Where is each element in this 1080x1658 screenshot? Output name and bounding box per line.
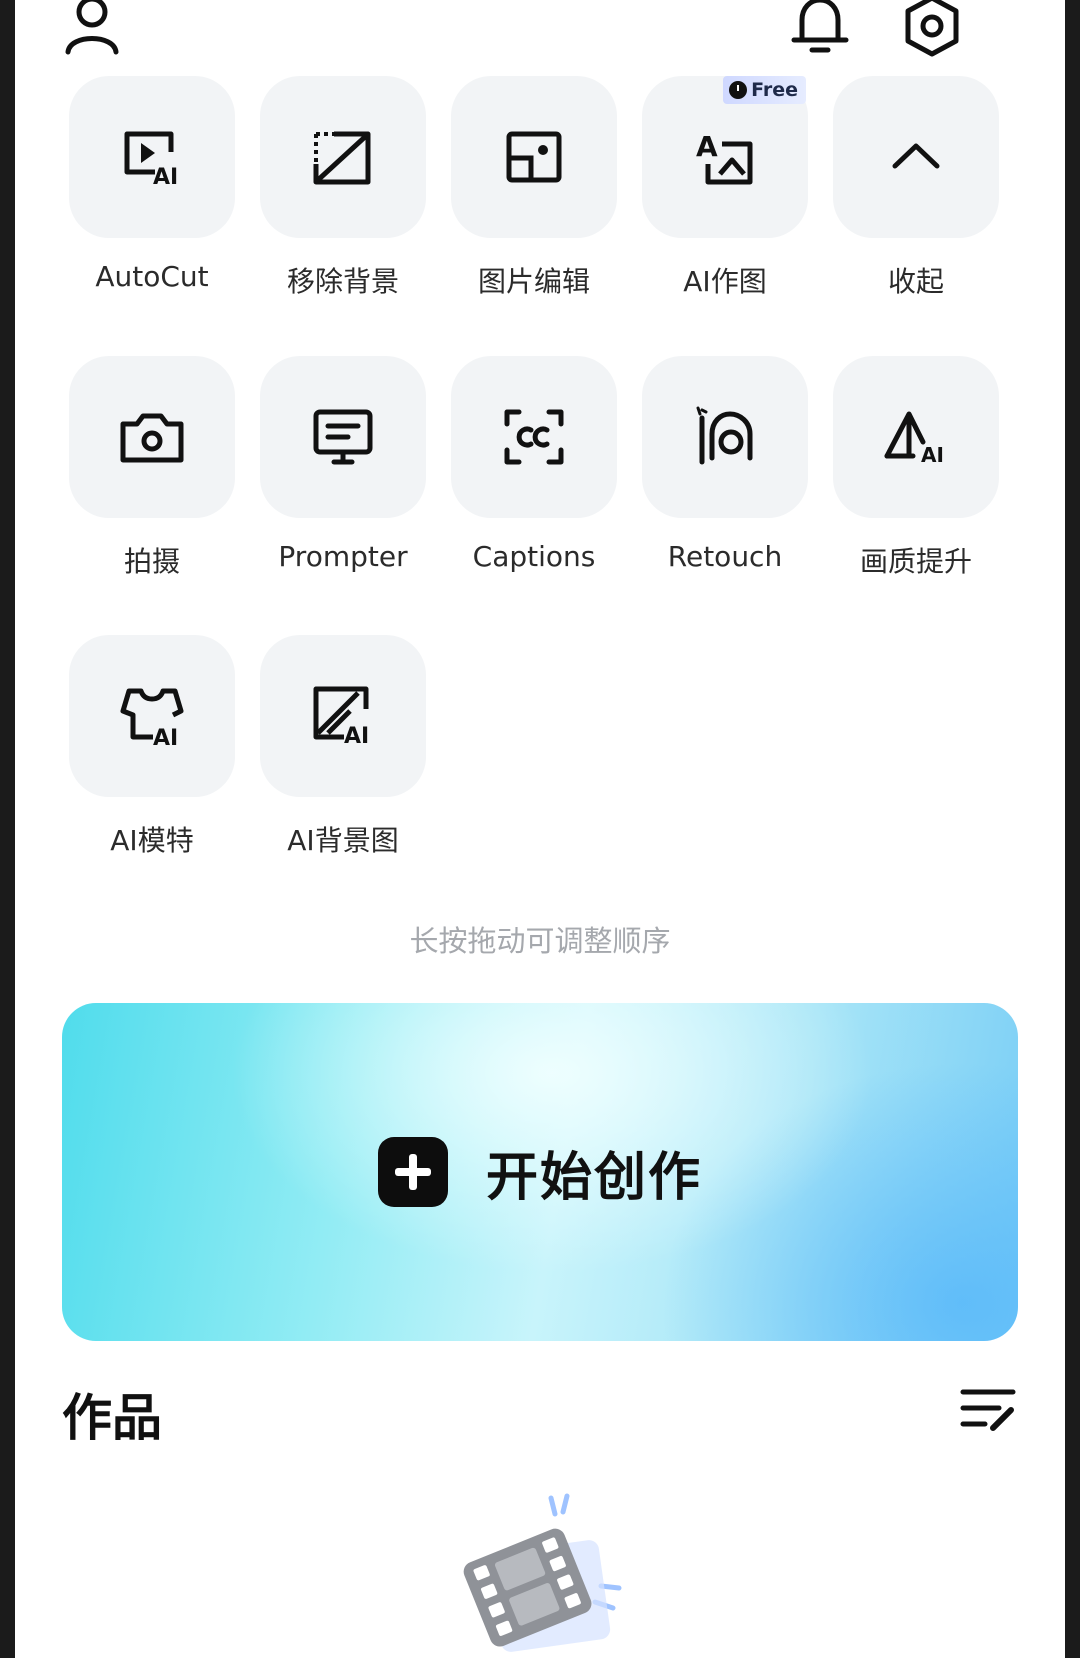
tool-tile[interactable] <box>451 356 617 518</box>
chevron-up-icon <box>892 143 940 169</box>
tool-tile[interactable]: AI <box>69 635 235 797</box>
tool-tile[interactable] <box>69 356 235 518</box>
start-create-button[interactable]: 开始创作 <box>62 1003 1018 1341</box>
tool-label: AutoCut <box>95 260 209 293</box>
tool-collapse[interactable]: 收起 <box>831 76 1001 300</box>
tool-retouch[interactable]: Retouch <box>640 356 810 573</box>
tool-captions[interactable]: Captions <box>449 356 619 573</box>
tool-label: Prompter <box>278 540 408 573</box>
list-edit-icon[interactable] <box>959 1384 1017 1434</box>
tool-tile[interactable] <box>260 356 426 518</box>
tool-ai-model[interactable]: AI AI模特 <box>67 635 237 859</box>
tool-autocut[interactable]: AI AutoCut <box>67 76 237 293</box>
svg-text:AI: AI <box>344 724 369 749</box>
camera-icon <box>120 413 184 463</box>
retouch-icon <box>696 406 753 465</box>
free-badge-text: Free <box>751 79 798 101</box>
tool-tile[interactable] <box>260 76 426 238</box>
tool-quality-boost[interactable]: AI 画质提升 <box>831 356 1001 580</box>
works-title: 作品 <box>62 1389 162 1447</box>
svg-text:AI: AI <box>153 726 178 751</box>
tool-remove-background[interactable]: 移除背景 <box>258 76 428 300</box>
plus-square-icon <box>377 1137 448 1207</box>
tool-tile[interactable] <box>451 76 617 238</box>
tool-tile[interactable] <box>833 76 999 238</box>
tool-tile[interactable] <box>642 356 808 518</box>
tool-label: 收起 <box>887 265 944 298</box>
tool-label: 图片编辑 <box>477 265 590 298</box>
tool-label: 移除背景 <box>286 265 399 298</box>
tool-label: 拍摄 <box>123 545 180 578</box>
tool-ai-draw[interactable]: A Free AI作图 <box>640 76 810 300</box>
tool-prompter[interactable]: Prompter <box>258 356 428 573</box>
ai-draw-icon: A <box>696 130 753 185</box>
tool-label: AI作图 <box>683 265 767 298</box>
ai-background-icon: AI <box>313 686 369 749</box>
clock-icon <box>729 81 748 99</box>
tool-label: 画质提升 <box>859 545 972 578</box>
prompter-icon <box>313 409 373 465</box>
hexagon-settings-icon[interactable] <box>900 0 964 58</box>
remove-background-icon <box>313 131 371 185</box>
tool-ai-background[interactable]: AI AI背景图 <box>258 635 428 859</box>
film-reel-icon <box>455 1490 655 1658</box>
tool-label: Retouch <box>667 540 783 573</box>
start-create-label: 开始创作 <box>485 1147 702 1208</box>
bell-icon[interactable] <box>788 0 852 58</box>
tool-label: AI模特 <box>110 824 194 857</box>
tool-tile[interactable]: AI <box>833 356 999 518</box>
person-icon[interactable] <box>60 0 124 58</box>
ai-model-shirt-icon: AI <box>120 688 184 751</box>
free-badge: Free <box>723 76 806 104</box>
reorder-hint: 长按拖动可调整顺序 <box>409 924 671 958</box>
image-edit-icon <box>506 131 562 183</box>
svg-text:AI: AI <box>921 443 944 467</box>
app-screen: AI AutoCut 移除背景 图片编辑 A Free AI作图 收起 拍摄 P… <box>15 0 1065 1658</box>
svg-text:AI: AI <box>153 165 178 190</box>
tool-camera[interactable]: 拍摄 <box>67 356 237 580</box>
svg-text:A: A <box>696 130 718 163</box>
tool-label: Captions <box>472 540 596 573</box>
tool-tile[interactable]: AI <box>260 635 426 797</box>
tool-tile[interactable]: AI <box>69 76 235 238</box>
tool-label: AI背景图 <box>287 824 399 857</box>
tool-image-edit[interactable]: 图片编辑 <box>449 76 619 300</box>
captions-icon <box>504 409 564 465</box>
autocut-play-ai-icon: AI <box>124 131 178 190</box>
quality-boost-ai-icon: AI <box>884 411 944 467</box>
